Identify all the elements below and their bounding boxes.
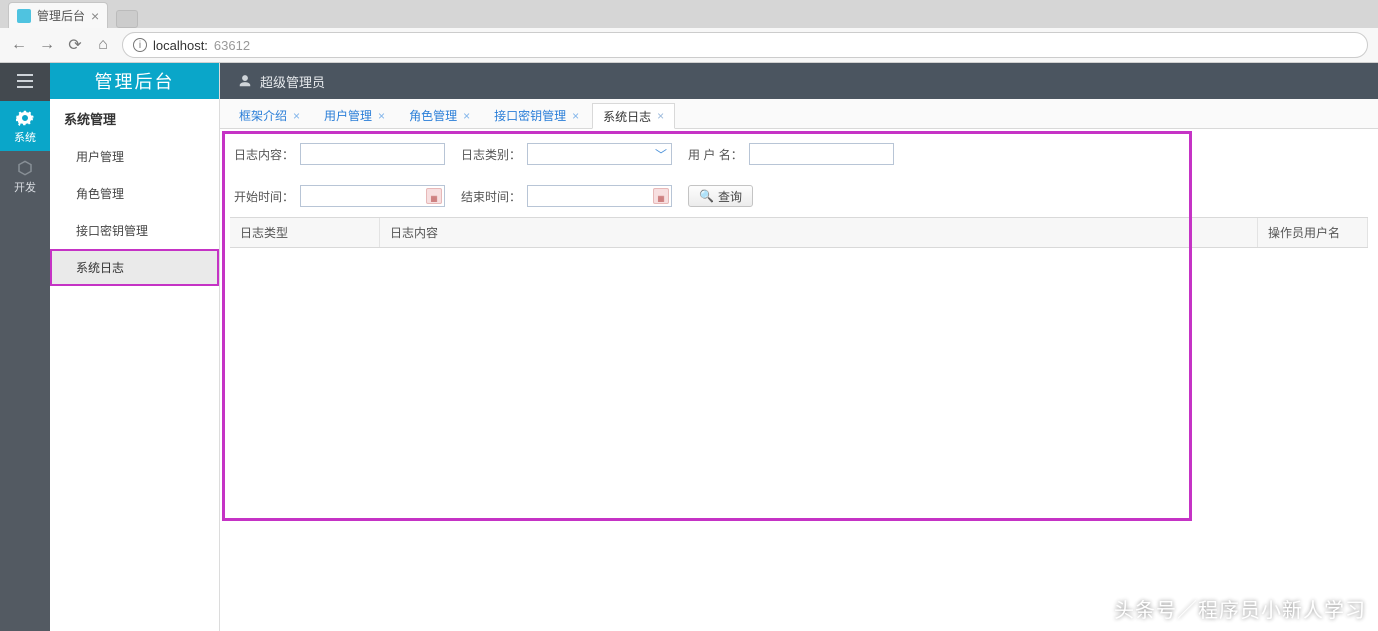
grid-header: 日志类型 日志内容 操作员用户名 <box>230 217 1368 248</box>
rail-item-dev[interactable]: 开发 <box>0 151 50 201</box>
brand-title: 管理后台 <box>50 63 219 99</box>
topbar: 超级管理员 <box>220 63 1378 99</box>
sidebar-item-roles[interactable]: 角色管理 <box>50 175 219 212</box>
url-host: localhost: <box>153 38 208 53</box>
label-username: 用 户 名： <box>688 146 743 163</box>
content-panel: 日志内容： 日志类别： ﹀ 用 户 名： 开始时间： ▦ 结束时间： <box>220 129 1378 631</box>
search-button[interactable]: 🔍查询 <box>688 185 753 207</box>
select-log-type[interactable]: ﹀ <box>527 143 672 165</box>
tab-logs[interactable]: 系统日志× <box>592 103 675 129</box>
calendar-icon: ▦ <box>426 188 442 204</box>
favicon-icon <box>17 9 31 23</box>
input-username[interactable] <box>749 143 894 165</box>
rail-label: 系统 <box>0 129 50 145</box>
user-label: 超级管理员 <box>260 72 325 91</box>
col-log-type[interactable]: 日志类型 <box>230 218 380 247</box>
browser-tab[interactable]: 管理后台 × <box>8 2 108 28</box>
field-log-content: 日志内容： <box>234 143 445 165</box>
search-icon: 🔍 <box>699 189 714 203</box>
rail-menu-toggle[interactable] <box>0 63 50 101</box>
col-log-content[interactable]: 日志内容 <box>380 218 1258 247</box>
new-tab-button[interactable] <box>116 10 138 28</box>
calendar-icon: ▦ <box>653 188 669 204</box>
sidebar-item-logs[interactable]: 系统日志 <box>50 249 219 286</box>
browser-tab-bar: 管理后台 × <box>0 0 1378 28</box>
filter-form: 日志内容： 日志类别： ﹀ 用 户 名： 开始时间： ▦ 结束时间： <box>230 139 1368 217</box>
label-log-type: 日志类别： <box>461 146 521 163</box>
url-port: 63612 <box>214 38 250 53</box>
col-operator[interactable]: 操作员用户名 <box>1258 218 1368 247</box>
browser-tab-title: 管理后台 <box>37 7 85 24</box>
label-start-time: 开始时间： <box>234 188 294 205</box>
label-log-content: 日志内容： <box>234 146 294 163</box>
reload-icon[interactable]: ⟳ <box>66 35 84 55</box>
close-icon[interactable]: × <box>463 109 470 123</box>
close-icon[interactable]: × <box>657 109 664 123</box>
field-end-time: 结束时间： ▦ <box>461 185 672 207</box>
rail-item-system[interactable]: 系统 <box>0 101 50 151</box>
close-icon[interactable]: × <box>293 109 300 123</box>
tab-framework[interactable]: 框架介绍× <box>228 102 311 128</box>
field-username: 用 户 名： <box>688 143 894 165</box>
sidebar-group: 系统管理 <box>50 99 219 138</box>
sidebar-item-keys[interactable]: 接口密钥管理 <box>50 212 219 249</box>
sidebar: 管理后台 系统管理 用户管理 角色管理 接口密钥管理 系统日志 <box>50 63 220 631</box>
input-end-time[interactable]: ▦ <box>527 185 672 207</box>
field-start-time: 开始时间： ▦ <box>234 185 445 207</box>
app-shell: 系统 开发 管理后台 系统管理 用户管理 角色管理 接口密钥管理 系统日志 超级… <box>0 63 1378 631</box>
user-icon <box>238 74 252 88</box>
rail-label: 开发 <box>0 179 50 195</box>
gear-icon <box>16 109 34 127</box>
back-icon[interactable]: ← <box>10 36 28 54</box>
forward-icon[interactable]: → <box>38 36 56 54</box>
menu-icon <box>15 73 35 89</box>
tab-roles[interactable]: 角色管理× <box>398 102 481 128</box>
close-icon[interactable]: × <box>378 109 385 123</box>
icon-rail: 系统 开发 <box>0 63 50 631</box>
watermark: 头条号／程序员小新人学习 <box>1114 594 1366 623</box>
content-tabs: 框架介绍× 用户管理× 角色管理× 接口密钥管理× 系统日志× <box>220 99 1378 129</box>
main-area: 超级管理员 框架介绍× 用户管理× 角色管理× 接口密钥管理× 系统日志× 日志… <box>220 63 1378 631</box>
tab-users[interactable]: 用户管理× <box>313 102 396 128</box>
input-start-time[interactable]: ▦ <box>300 185 445 207</box>
close-icon[interactable]: × <box>91 9 99 23</box>
info-icon[interactable]: i <box>133 38 147 52</box>
chevron-down-icon: ﹀ <box>655 146 667 163</box>
cube-icon <box>16 159 34 177</box>
close-icon[interactable]: × <box>572 109 579 123</box>
browser-chrome: 管理后台 × ← → ⟳ ⌂ i localhost: 63612 <box>0 0 1378 63</box>
sidebar-item-users[interactable]: 用户管理 <box>50 138 219 175</box>
field-log-type: 日志类别： ﹀ <box>461 143 672 165</box>
input-log-content[interactable] <box>300 143 445 165</box>
address-bar: ← → ⟳ ⌂ i localhost: 63612 <box>0 28 1378 62</box>
label-end-time: 结束时间： <box>461 188 521 205</box>
home-icon[interactable]: ⌂ <box>94 36 112 54</box>
address-field[interactable]: i localhost: 63612 <box>122 32 1368 58</box>
tab-keys[interactable]: 接口密钥管理× <box>483 102 590 128</box>
